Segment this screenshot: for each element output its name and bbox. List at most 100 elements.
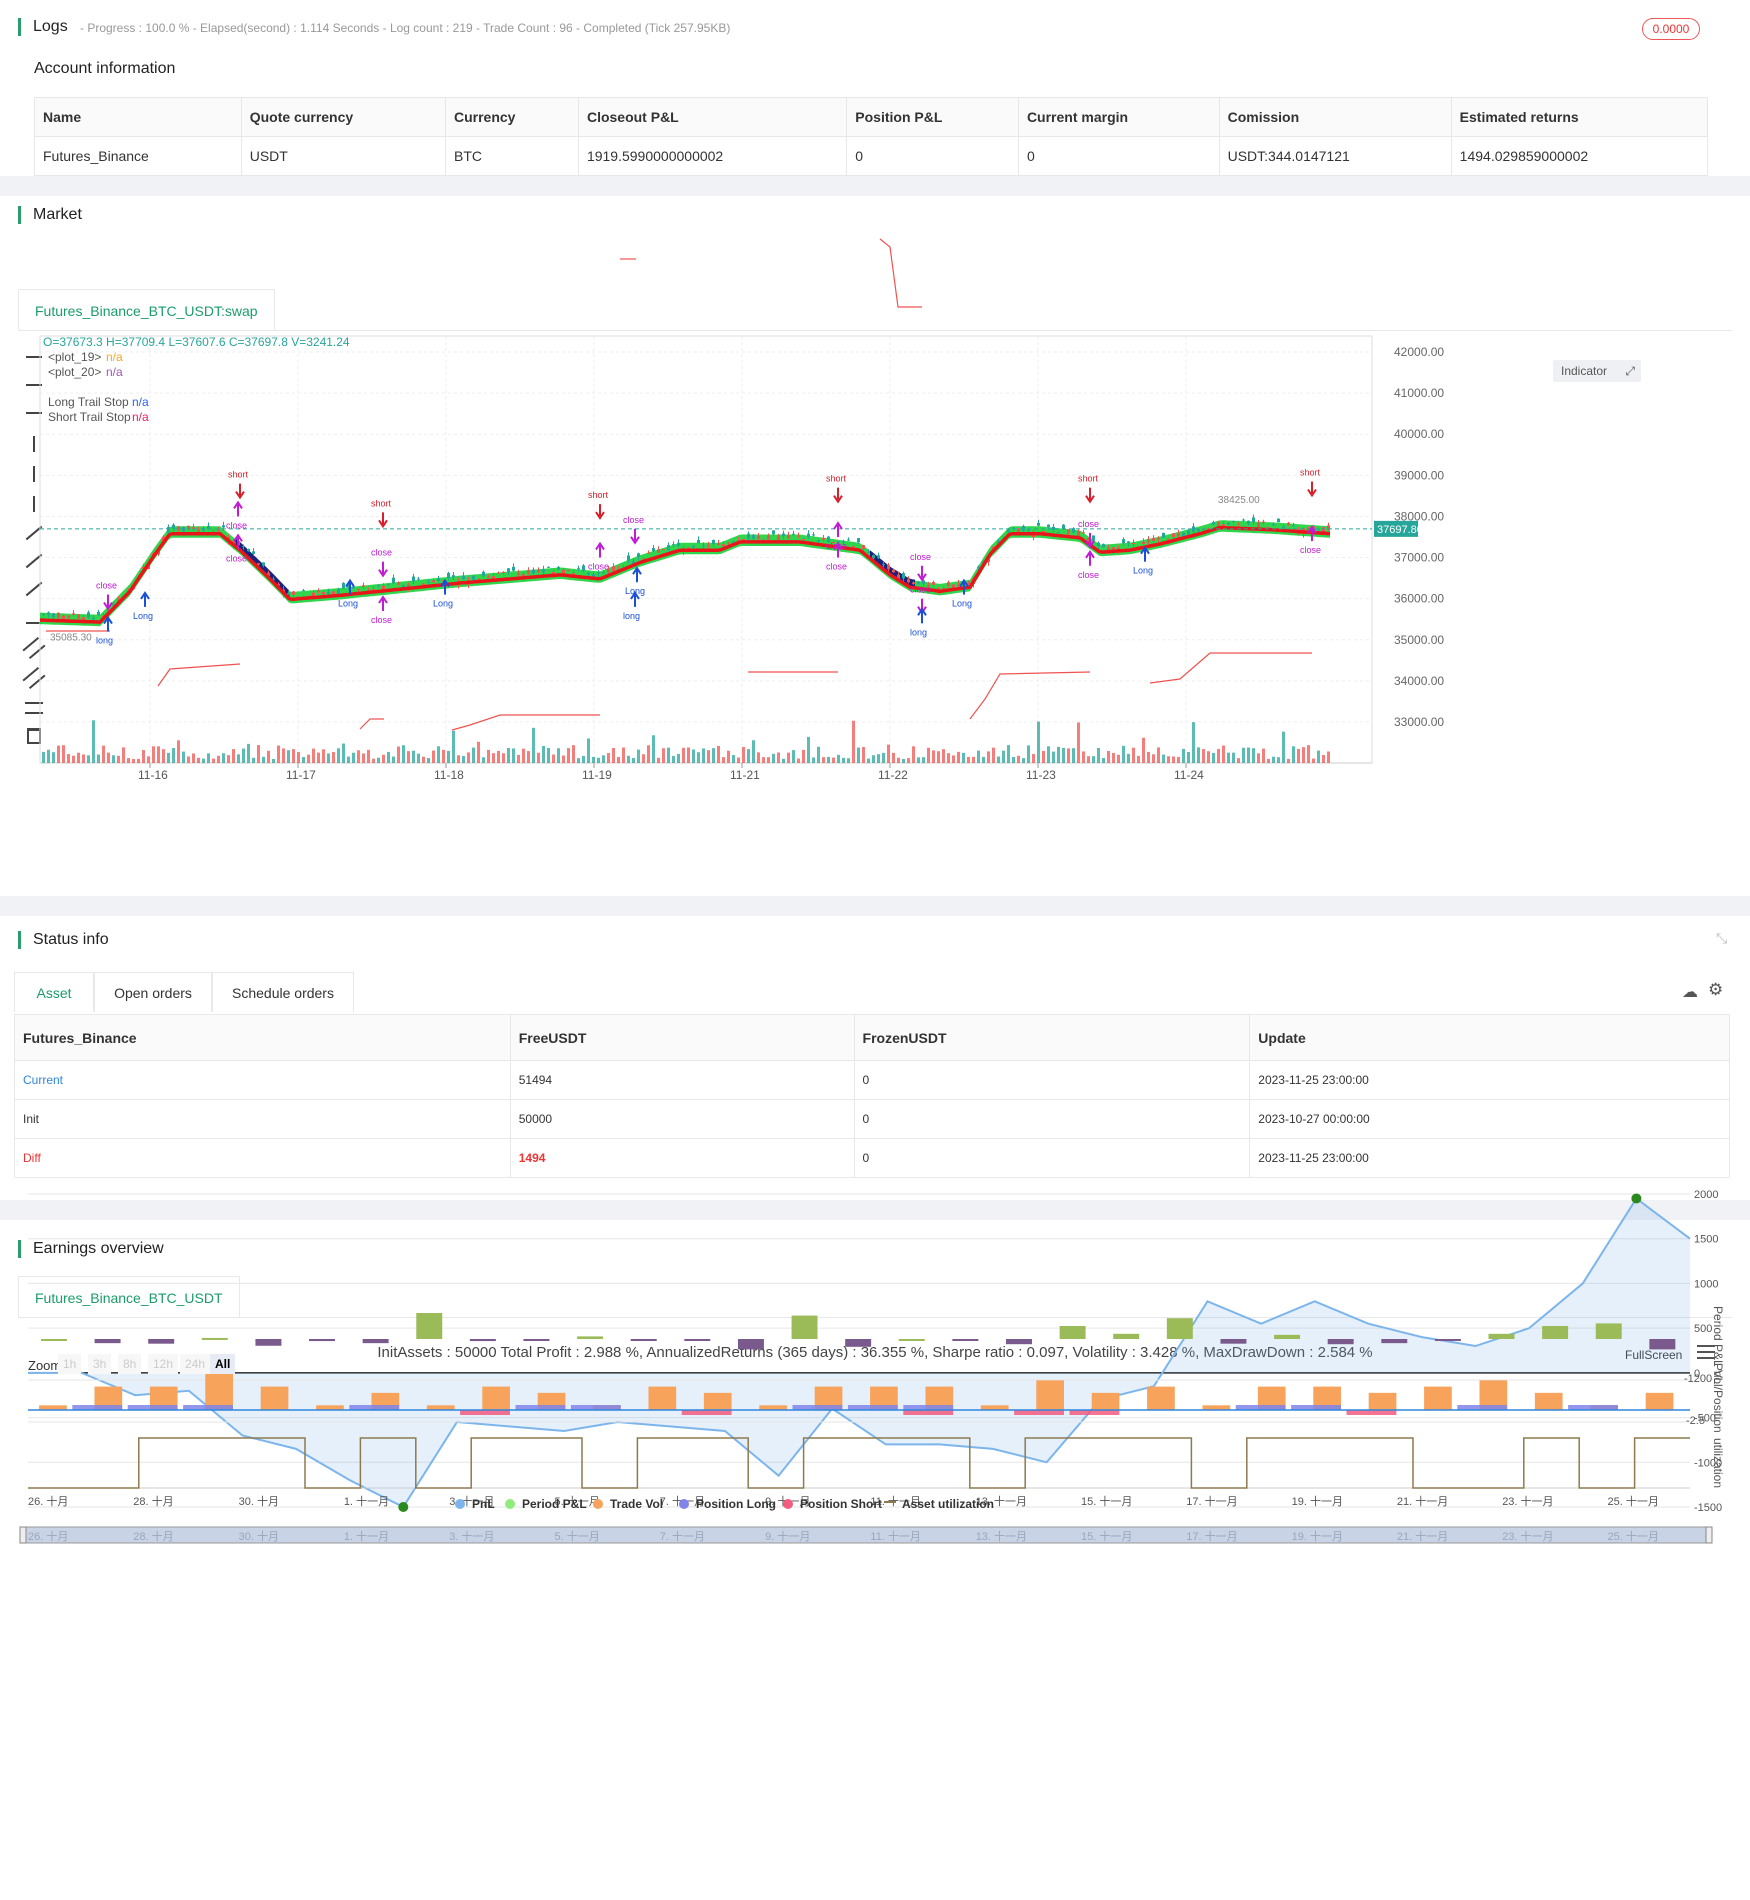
collapse-icon[interactable]: ⤡ [1716, 930, 1727, 947]
expand-icon[interactable]: ⤢ [1625, 360, 1635, 382]
volume-bar [332, 752, 335, 763]
volume-bar [107, 752, 110, 763]
volume-bar [712, 748, 715, 763]
candle-body [1007, 529, 1010, 533]
legend-item[interactable]: PnL [455, 1497, 495, 1511]
volume-bar [512, 748, 515, 763]
legend-label: PnL [472, 1497, 495, 1511]
earnings-symbol-tab[interactable]: Futures_Binance_BTC_USDT [18, 1276, 240, 1318]
candle-body [177, 526, 180, 531]
price-label: 33000.00 [1394, 715, 1444, 729]
volume-bar [607, 752, 610, 763]
indicator-button[interactable]: Indicator ⤢ [1553, 360, 1641, 382]
earnings-chart[interactable]: 2000150010005000-500-1000-1500PnL-1200Pe… [0, 1189, 1750, 1862]
earnings-title: Earnings overview [18, 1240, 164, 1258]
vertical-segment-icon[interactable] [33, 466, 35, 482]
volume-bar [852, 720, 855, 763]
candle-body [857, 538, 860, 543]
account-col-header: Quote currency [240, 97, 446, 137]
candle-body [317, 590, 320, 592]
svg-text:short: short [1078, 474, 1099, 484]
volume-bar [892, 752, 895, 763]
candle-body [1177, 532, 1180, 537]
navigator-date: 26. 十月 [28, 1529, 68, 1543]
market-symbol-tab[interactable]: Futures_Binance_BTC_USDT:swap [18, 289, 275, 331]
period-pnl-bar [737, 1339, 764, 1350]
vertical-ray-icon[interactable] [33, 436, 35, 452]
volume-bar [387, 751, 390, 763]
candle-body [917, 582, 920, 584]
account-cell: BTC [444, 136, 579, 176]
volume-bar [212, 758, 215, 763]
volume-bar [1117, 754, 1120, 763]
candle-body [1067, 529, 1070, 534]
volume-bar [1302, 747, 1305, 763]
volume-bar [232, 749, 235, 763]
period-pnl-bar [309, 1339, 336, 1342]
trash-icon[interactable] [27, 728, 41, 744]
period-pnl-bar [523, 1339, 550, 1341]
legend-item[interactable]: Trade Vol [593, 1497, 663, 1511]
period-pnl-bar [1488, 1333, 1515, 1339]
volume-bar [877, 754, 880, 763]
zoom-12h[interactable]: 12h [148, 1354, 179, 1374]
candle-body [1097, 542, 1100, 547]
candle-body [1287, 522, 1290, 525]
zoom-24h[interactable]: 24h [180, 1354, 211, 1374]
pnl-tick: -1500 [1694, 1502, 1722, 1514]
volume-bar [187, 756, 190, 763]
volume-bar [437, 746, 440, 763]
download-icon[interactable]: ☁ [1682, 982, 1698, 1002]
volume-bar [1167, 756, 1170, 763]
zoom-3h[interactable]: 3h [88, 1354, 112, 1374]
gear-icon[interactable]: ⚙ [1708, 980, 1723, 1000]
candle-body [1227, 522, 1230, 525]
trade-vol-bar [648, 1386, 677, 1410]
volume-bar [407, 751, 410, 763]
zoom-all[interactable]: All [210, 1354, 236, 1374]
volume-bar [167, 752, 170, 763]
vertical-line-icon[interactable] [33, 496, 35, 512]
candle-body [47, 612, 50, 615]
volume-bar [82, 754, 85, 763]
period-pnl-bar [791, 1315, 818, 1339]
zoom-1h[interactable]: 1h [58, 1354, 82, 1374]
long-signal-marker: long [623, 591, 640, 621]
navigator-handle-right[interactable] [1705, 1526, 1713, 1544]
navigator[interactable]: 26. 十月 28. 十月 30. 十月 1. 十一月 3. 十一月 5. 十一月 7. 十… [19, 1526, 1713, 1544]
asset-cell: 50000 [509, 1099, 855, 1139]
volume-bar [1217, 748, 1220, 763]
svg-text:close: close [1078, 570, 1099, 580]
volume-bar [402, 745, 405, 763]
candle-body [957, 583, 960, 586]
pnl-tick: 1500 [1694, 1234, 1718, 1246]
volume-bar [342, 743, 345, 763]
tab-open-orders[interactable]: Open orders [94, 972, 212, 1012]
candle-body [797, 535, 800, 537]
period-tick: -1200 [1684, 1373, 1712, 1385]
volume-bar [742, 747, 745, 763]
candle-body [787, 535, 790, 539]
candle-body [242, 545, 245, 547]
price-chart[interactable]: 42000.0041000.0040000.0039000.0038000.00… [39, 238, 1740, 886]
date-label: 11-21 [730, 768, 760, 782]
volume-bar [797, 758, 800, 763]
candle-body [52, 613, 55, 618]
volume-bar [487, 749, 490, 763]
zoom-8h[interactable]: 8h [118, 1354, 142, 1374]
tab-schedule-orders[interactable]: Schedule orders [212, 972, 354, 1012]
candle-body [1322, 527, 1325, 532]
asset-cell: 2023-11-25 23:00:00 [1249, 1138, 1730, 1178]
legend-label: Position Long [696, 1497, 776, 1511]
close-signal-marker: close [1078, 549, 1099, 580]
candle-body [747, 533, 750, 539]
period-axis-label: Period P&L [1711, 1306, 1725, 1367]
logs-title: Logs [18, 18, 68, 36]
svg-text:short: short [228, 470, 249, 480]
candle-body [1192, 526, 1195, 532]
navigator-handle-left[interactable] [19, 1526, 27, 1544]
tab-asset[interactable]: Asset [14, 972, 94, 1012]
legend-item[interactable]: Period P&L [505, 1497, 587, 1511]
candle-body [1102, 543, 1105, 548]
legend-label: Position Short [800, 1497, 882, 1511]
